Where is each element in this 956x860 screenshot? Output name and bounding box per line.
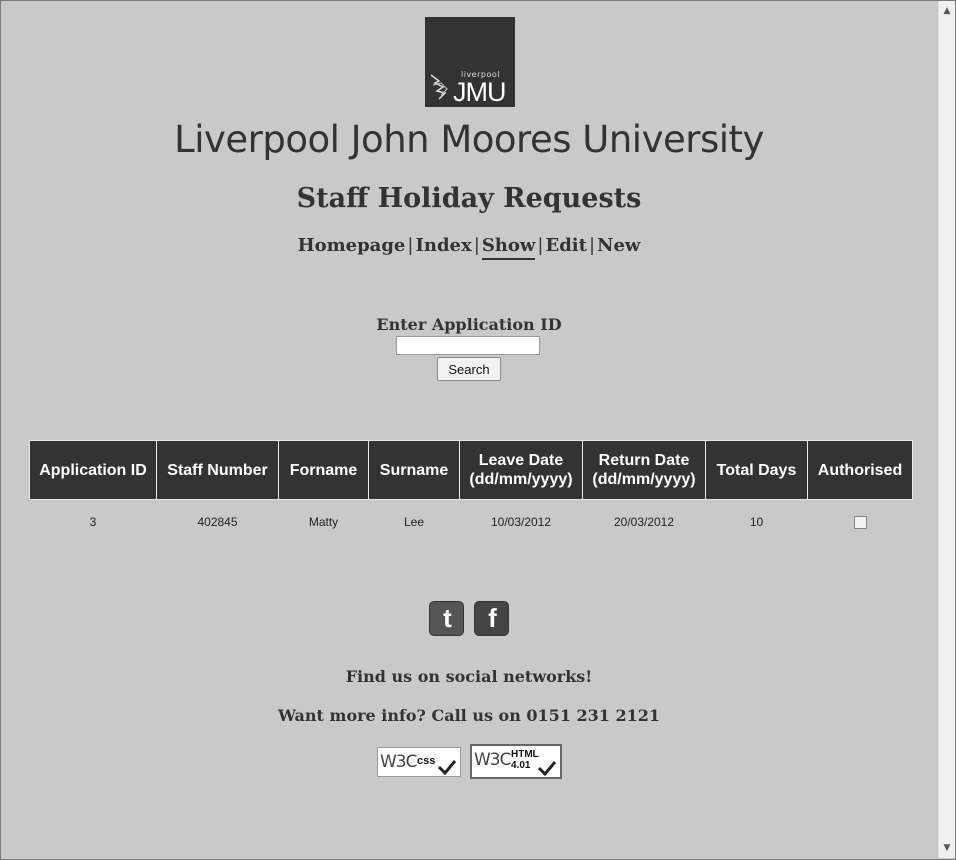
- facebook-icon[interactable]: f: [474, 601, 509, 636]
- return-date-header-line-1: Return Date: [598, 452, 690, 469]
- column-header-staff-number: Staff Number: [156, 440, 279, 500]
- authorised-checkbox[interactable]: [853, 516, 867, 530]
- university-name: Liverpool John Moores University: [174, 118, 764, 161]
- cell-surname: Lee: [403, 515, 425, 529]
- ljmu-logo[interactable]: liverpool JMU: [425, 17, 515, 107]
- main-nav: Homepage | Index | Show | Edit | New: [0, 235, 938, 260]
- scroll-up-arrow-icon[interactable]: ▲: [939, 3, 955, 19]
- checkmark-icon: [437, 760, 457, 775]
- cell-staff-number: 402845: [197, 515, 238, 529]
- column-header-application-id: Application ID: [29, 440, 157, 500]
- nav-new-link[interactable]: New: [597, 235, 640, 256]
- w3c-logo-text: W3C: [474, 750, 511, 770]
- vertical-scrollbar[interactable]: ▲ ▼: [938, 1, 955, 858]
- w3c-logo-text: W3C: [380, 752, 417, 772]
- page-title: Staff Holiday Requests: [296, 183, 642, 214]
- column-header-return-date: Return Date (dd/mm/yyyy): [582, 440, 706, 500]
- html-badge-label: HTML 4.01: [511, 749, 539, 771]
- w3c-css-badge[interactable]: W3C css: [377, 747, 461, 777]
- w3c-html-badge[interactable]: W3C HTML 4.01: [470, 744, 562, 779]
- cell-total-days: 10: [749, 515, 764, 529]
- liver-bird-icon: [430, 74, 448, 100]
- nav-separator: |: [537, 235, 544, 256]
- nav-separator: |: [473, 235, 480, 256]
- nav-index-link[interactable]: Index: [415, 235, 471, 256]
- table-header-row: Application ID Staff Number Forname Surn…: [29, 440, 913, 500]
- cell-authorised: [808, 500, 913, 545]
- nav-show-link[interactable]: Show: [481, 235, 536, 260]
- search-label: Enter Application ID: [376, 315, 562, 334]
- html-badge-label-line-2: 4.01: [511, 760, 531, 771]
- social-networks-text: Find us on social networks!: [345, 667, 593, 686]
- cell-return-date: 20/03/2012: [613, 515, 675, 529]
- checkmark-icon: [537, 761, 557, 776]
- column-header-surname: Surname: [368, 440, 460, 500]
- column-header-total-days: Total Days: [705, 440, 808, 500]
- application-id-input[interactable]: [396, 336, 540, 355]
- leave-date-header-line-1: Leave Date: [478, 452, 564, 469]
- column-header-leave-date: Leave Date (dd/mm/yyyy): [459, 440, 583, 500]
- leave-date-header-line-2: (dd/mm/yyyy): [469, 471, 573, 488]
- nav-homepage-link[interactable]: Homepage: [298, 235, 406, 256]
- scroll-down-arrow-icon[interactable]: ▼: [939, 840, 955, 856]
- nav-separator: |: [407, 235, 414, 256]
- cell-application-id: 3: [89, 515, 97, 529]
- nav-edit-link[interactable]: Edit: [545, 235, 586, 256]
- column-header-authorised: Authorised: [807, 440, 913, 500]
- contact-info-text: Want more info? Call us on 0151 231 2121: [277, 706, 661, 725]
- twitter-icon[interactable]: t: [429, 601, 464, 636]
- column-header-forname: Forname: [278, 440, 369, 500]
- facebook-glyph: f: [488, 603, 497, 633]
- nav-separator: |: [588, 235, 596, 256]
- css-badge-label: css: [417, 755, 436, 767]
- search-button[interactable]: Search: [437, 357, 501, 381]
- logo-big-text: JMU: [453, 77, 506, 107]
- cell-forname: Matty: [308, 515, 339, 529]
- twitter-glyph: t: [443, 603, 452, 633]
- holiday-requests-table: Application ID Staff Number Forname Surn…: [29, 440, 913, 544]
- return-date-header-line-2: (dd/mm/yyyy): [592, 471, 696, 488]
- cell-leave-date: 10/03/2012: [490, 515, 552, 529]
- table-row: 3 402845 Matty Lee 10/03/2012 20/03/2012…: [30, 500, 913, 545]
- html-badge-label-line-1: HTML: [511, 749, 539, 760]
